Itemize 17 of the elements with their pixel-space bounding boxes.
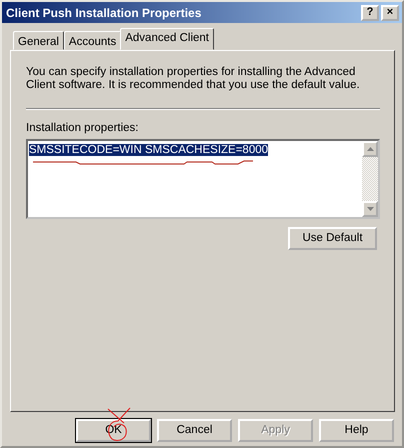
window-title: Client Push Installation Properties: [6, 4, 202, 22]
up-arrow-icon: [366, 147, 374, 152]
description-text: You can specify installation properties for installing the Advanced Client software. It is recommended that you use the default value.: [26, 66, 361, 92]
use-default-button[interactable]: Use Default: [288, 227, 377, 250]
field-value: SMSSITECODE=WIN SMSCACHESIZE=8000: [29, 144, 268, 156]
tab[interactable]: Advanced Client: [120, 28, 214, 50]
dialog-button[interactable]: Cancel: [157, 419, 232, 442]
installation-properties-field[interactable]: SMSSITECODE=WIN SMSCACHESIZE=8000: [26, 139, 380, 220]
tab[interactable]: General: [13, 31, 64, 50]
down-arrow-icon: [366, 207, 374, 212]
dialog-button[interactable]: Help: [319, 419, 394, 442]
close-button[interactable]: ×: [381, 4, 399, 20]
scroll-up-button[interactable]: [362, 141, 378, 158]
scroll-down-button[interactable]: [362, 201, 378, 218]
tab[interactable]: Accounts: [64, 31, 122, 50]
help-button[interactable]: ?: [361, 4, 379, 20]
field-label: Installation properties:: [26, 122, 139, 134]
